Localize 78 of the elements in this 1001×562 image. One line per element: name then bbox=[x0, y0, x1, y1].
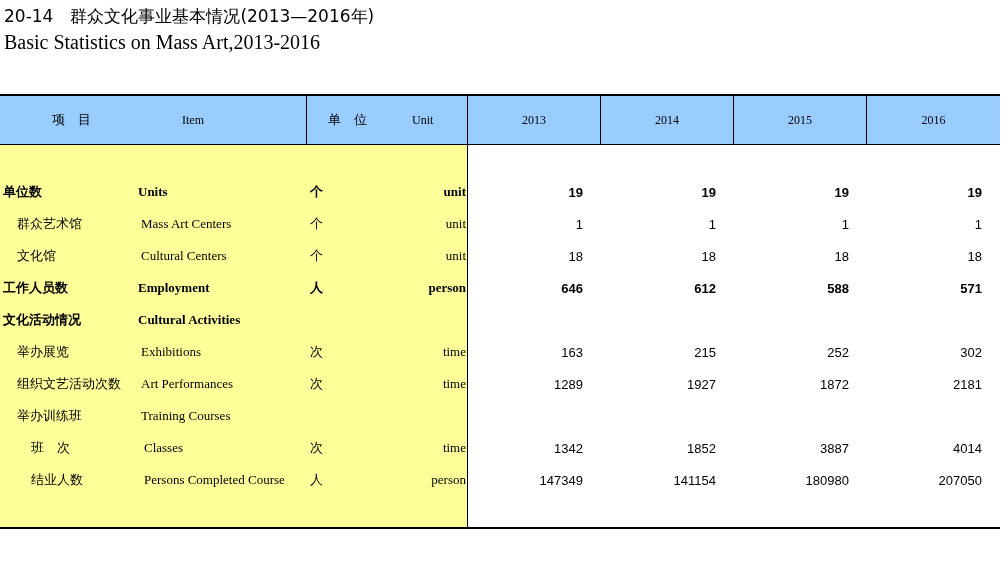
table-cell: 141154 bbox=[673, 472, 716, 488]
unit-label: time bbox=[442, 344, 466, 360]
unit-label: 个 bbox=[310, 247, 323, 265]
table-cell: 302 bbox=[960, 344, 982, 360]
table-cell: 19 bbox=[568, 184, 583, 200]
table-cell: 4014 bbox=[953, 440, 982, 456]
table-cell: 19 bbox=[967, 184, 982, 200]
row-label: Art Performances bbox=[140, 376, 235, 392]
unit-label: person bbox=[428, 280, 466, 296]
unit-label: 次 bbox=[310, 375, 323, 393]
unit-label: time bbox=[442, 440, 466, 456]
table-cell: 1927 bbox=[687, 376, 716, 392]
row-label: 群众艺术馆 bbox=[16, 215, 83, 233]
row-label: 单位数 bbox=[2, 183, 43, 201]
unit-label: 个 bbox=[310, 215, 323, 233]
column-header: 单 位 bbox=[328, 111, 367, 129]
table-cell: 19 bbox=[834, 184, 849, 200]
table-cell: 1 bbox=[708, 216, 716, 232]
column-header: 2016 bbox=[921, 112, 946, 128]
column-header: 2014 bbox=[655, 112, 679, 128]
table-cell: 2181 bbox=[953, 376, 982, 392]
table-cell: 163 bbox=[561, 344, 583, 360]
row-label: Classes bbox=[143, 440, 184, 456]
row-label: Persons Completed Course bbox=[143, 472, 286, 488]
unit-label: unit bbox=[443, 184, 466, 200]
row-label: 举办训练班 bbox=[16, 407, 83, 425]
table-cell: 252 bbox=[827, 344, 849, 360]
table-cell: 1289 bbox=[554, 376, 583, 392]
table-cell: 588 bbox=[827, 280, 849, 296]
row-label: 举办展览 bbox=[16, 343, 70, 361]
column-header: Unit bbox=[412, 112, 434, 128]
row-label: Mass Art Centers bbox=[140, 216, 233, 232]
table-cell: 3887 bbox=[820, 440, 849, 456]
table-cell: 18 bbox=[701, 248, 716, 264]
row-label: Exhibitions bbox=[140, 344, 202, 360]
table-cell: 18 bbox=[834, 248, 849, 264]
row-label: 文化馆 bbox=[16, 247, 57, 265]
row-label: 结业人数 bbox=[30, 471, 84, 489]
unit-label: 次 bbox=[310, 439, 323, 457]
row-label: Cultural Activities bbox=[137, 312, 242, 328]
unit-label: 个 bbox=[310, 183, 323, 201]
row-label: Units bbox=[137, 184, 169, 200]
table-cell: 18 bbox=[967, 248, 982, 264]
table-cell: 215 bbox=[694, 344, 716, 360]
unit-label: person bbox=[431, 472, 466, 488]
row-label: Training Courses bbox=[140, 408, 232, 424]
row-label: 组织文艺活动次数 bbox=[16, 375, 122, 393]
table-cell: 1 bbox=[974, 216, 982, 232]
table-cell: 1342 bbox=[554, 440, 583, 456]
table-cell: 207050 bbox=[938, 472, 982, 488]
column-header: Item bbox=[182, 112, 204, 128]
table-cell: 646 bbox=[561, 280, 583, 296]
unit-label: time bbox=[442, 376, 466, 392]
unit-label: 人 bbox=[310, 279, 323, 297]
table-cell: 19 bbox=[701, 184, 716, 200]
unit-label: 次 bbox=[310, 343, 323, 361]
column-header: 项 目 bbox=[52, 111, 91, 129]
page-title: 20-14 群众文化事业基本情况(2013—2016年) bbox=[4, 5, 375, 28]
row-label: Cultural Centers bbox=[140, 248, 228, 264]
table-cell: 18 bbox=[568, 248, 583, 264]
column-header: 2015 bbox=[788, 112, 812, 128]
row-label: 班 次 bbox=[30, 439, 71, 457]
unit-label: 人 bbox=[310, 471, 323, 489]
row-label: 工作人员数 bbox=[2, 279, 69, 297]
unit-label: unit bbox=[445, 216, 466, 232]
page-subtitle: Basic Statistics on Mass Art,2013-2016 bbox=[4, 31, 321, 54]
table-cell: 1852 bbox=[687, 440, 716, 456]
table-cell: 571 bbox=[960, 280, 982, 296]
table-cell: 612 bbox=[694, 280, 716, 296]
table-cell: 1 bbox=[575, 216, 583, 232]
row-label: Employment bbox=[137, 280, 211, 296]
row-label: 文化活动情况 bbox=[2, 311, 82, 329]
table-cell: 1872 bbox=[820, 376, 849, 392]
column-header: 2013 bbox=[522, 112, 546, 128]
table-cell: 1 bbox=[841, 216, 849, 232]
unit-label: unit bbox=[445, 248, 466, 264]
table-cell: 180980 bbox=[805, 472, 849, 488]
table-cell: 147349 bbox=[539, 472, 583, 488]
